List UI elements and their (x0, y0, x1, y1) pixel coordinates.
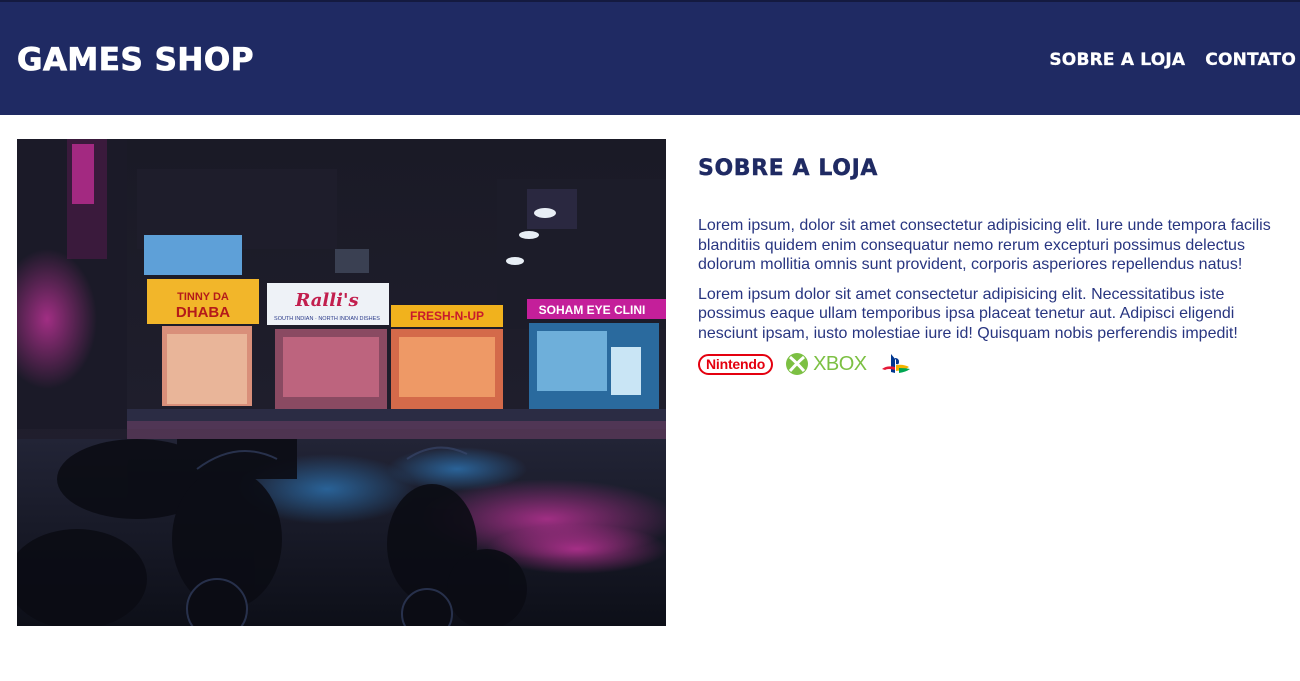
nav-link-contato[interactable]: CONTATO (1205, 50, 1296, 70)
nintendo-logo: Nintendo (698, 353, 774, 375)
playstation-icon (879, 352, 913, 376)
photo-sign-rallis: Ralli's (294, 290, 358, 311)
xbox-icon (786, 353, 809, 375)
store-street-photo: TINNY DA DHABA Ralli's SOUTH INDIAN · NO… (17, 139, 666, 626)
main-nav: SOBRE A LOJA CONTATO (1049, 50, 1296, 70)
photo-sign-soham: SOHAM EYE CLINI (539, 303, 646, 317)
xbox-logo: XBOX (785, 352, 867, 376)
about-section: SOBRE A LOJA Lorem ipsum, dolor sit amet… (698, 154, 1288, 377)
about-paragraph-2: Lorem ipsum dolor sit amet consectetur a… (698, 285, 1238, 342)
site-header: GAMES SHOP SOBRE A LOJA CONTATO (0, 0, 1300, 115)
about-title: SOBRE A LOJA (698, 156, 878, 181)
xbox-label: XBOX (813, 353, 867, 375)
photo-sign-fresh: FRESH-N-UP (410, 309, 484, 323)
site-logo[interactable]: GAMES SHOP (17, 42, 254, 79)
nav-link-sobre-a-loja[interactable]: SOBRE A LOJA (1049, 50, 1185, 70)
brand-logos: Nintendo XBOX (698, 351, 1288, 377)
photo-sign-tinny: TINNY DA (177, 291, 229, 303)
about-paragraph-1: Lorem ipsum, dolor sit amet consectetur … (698, 217, 1271, 273)
photo-sign-dhaba: DHABA (176, 304, 230, 321)
photo-sign-rallis-sub: SOUTH INDIAN · NORTH INDIAN DISHES (274, 316, 380, 322)
